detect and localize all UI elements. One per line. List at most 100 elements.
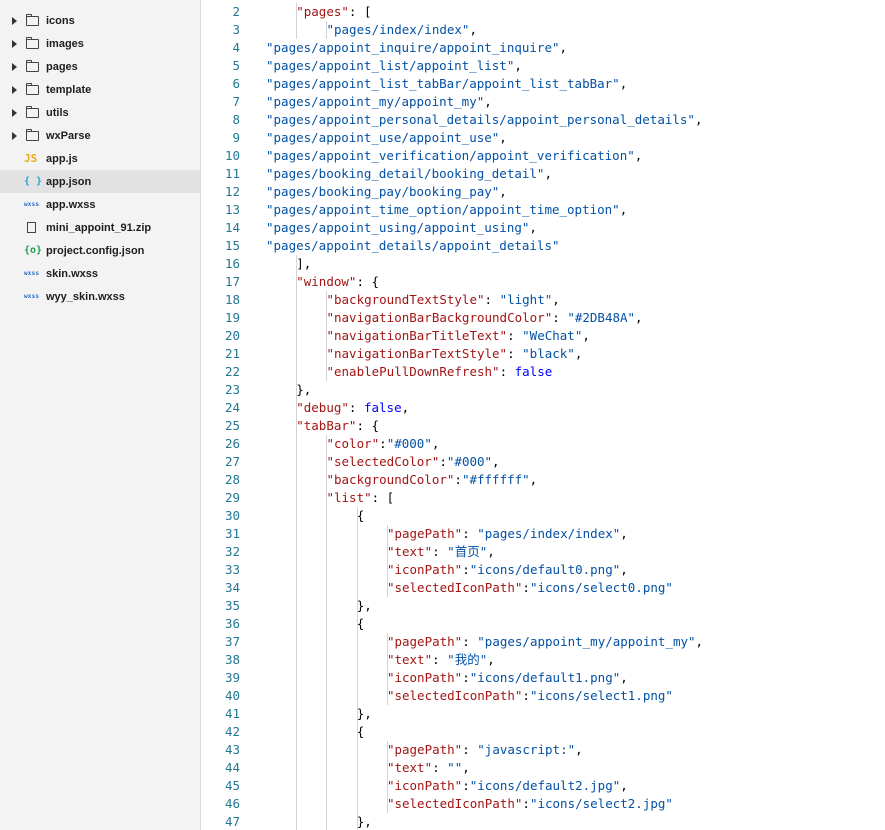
code-line[interactable]: 28 "backgroundColor":"#ffffff", xyxy=(202,471,885,489)
code-token: "pagePath" xyxy=(386,742,463,757)
code-line[interactable]: 23}, xyxy=(202,381,885,399)
indent-guide xyxy=(356,669,358,687)
code-line[interactable]: 31 "pagePath": "pages/index/index", xyxy=(202,525,885,543)
code-line[interactable]: 38 "text": "我的", xyxy=(202,651,885,669)
code-line[interactable]: 32 "text": "首页", xyxy=(202,543,885,561)
code-line[interactable]: 29 "list": [ xyxy=(202,489,885,507)
code-editor[interactable]: 2 "pages": [3 "pages/index/index", 4 "pages/… xyxy=(202,0,885,830)
code-line[interactable]: 25 "tabBar": { xyxy=(202,417,885,435)
chevron-right-icon[interactable] xyxy=(12,85,17,94)
code-line[interactable]: 11 "pages/booking_detail/booking_detail", xyxy=(202,165,885,183)
explorer-item-utils[interactable]: utils xyxy=(0,101,200,124)
code-line[interactable]: 7 "pages/appoint_my/appoint_my", xyxy=(202,93,885,111)
code-line[interactable]: 43 "pagePath": "javascript:", xyxy=(202,741,885,759)
code-token: , xyxy=(620,778,628,793)
code-line[interactable]: 5 "pages/appoint_list/appoint_list", xyxy=(202,57,885,75)
explorer-item-template[interactable]: template xyxy=(0,78,200,101)
code-token: { xyxy=(356,724,365,739)
code-line[interactable]: 33 "iconPath":"icons/default0.png", xyxy=(202,561,885,579)
code-line[interactable]: 36 { xyxy=(202,615,885,633)
indent-guide xyxy=(326,561,328,579)
explorer-item-wyy-skin-wxss[interactable]: wxss wyy_skin.wxss xyxy=(0,285,200,308)
chevron-right-icon[interactable] xyxy=(12,62,17,71)
explorer-item-app-wxss[interactable]: wxss app.wxss xyxy=(0,193,200,216)
code-line[interactable]: 37 "pagePath": "pages/appoint_my/appoint_… xyxy=(202,633,885,651)
code-line[interactable]: 24 "debug": false, xyxy=(202,399,885,417)
indent-guide xyxy=(296,813,298,830)
explorer-item-pages[interactable]: pages xyxy=(0,55,200,78)
code-line[interactable]: 34 "selectedIconPath":"icons/select0.png" xyxy=(202,579,885,597)
explorer-item-skin-wxss[interactable]: wxss skin.wxss xyxy=(0,262,200,285)
code-token: : xyxy=(432,760,448,775)
code-line[interactable]: 13 "pages/appoint_time_option/appoint_tim… xyxy=(202,201,885,219)
code-token: "black" xyxy=(522,346,575,361)
code-line[interactable]: 39 "iconPath":"icons/default1.png", xyxy=(202,669,885,687)
code-token: , xyxy=(634,148,643,163)
code-line[interactable]: 21 "navigationBarTextStyle": "black", xyxy=(202,345,885,363)
explorer-item-project-config-json[interactable]: {o} project.config.json xyxy=(0,239,200,262)
code-token: ], xyxy=(296,256,312,271)
code-line[interactable]: 30 { xyxy=(202,507,885,525)
chevron-right-icon[interactable] xyxy=(12,131,17,140)
code-token: : [ xyxy=(371,490,395,505)
code-token: "pages/index/index" xyxy=(326,22,470,37)
code-line[interactable]: 15 "pages/appoint_details/appoint_details… xyxy=(202,237,885,255)
explorer-item-images[interactable]: images xyxy=(0,32,200,55)
code-line[interactable]: 10 "pages/appoint_verification/appoint_ve… xyxy=(202,147,885,165)
code-text: "pages/appoint_inquire/appoint_inquire", xyxy=(266,39,567,57)
code-token: : xyxy=(462,670,470,685)
explorer-item-app-js[interactable]: JS app.js xyxy=(0,147,200,170)
indent-guide xyxy=(356,651,358,669)
code-line[interactable]: 45 "iconPath":"icons/default2.jpg", xyxy=(202,777,885,795)
explorer-item-mini-appoint-91-zip[interactable]: mini_appoint_91.zip xyxy=(0,216,200,239)
code-line[interactable]: 17 "window": { xyxy=(202,273,885,291)
code-line[interactable]: 20 "navigationBarTitleText": "WeChat", xyxy=(202,327,885,345)
code-line[interactable]: 35}, xyxy=(202,597,885,615)
code-line[interactable]: 12 "pages/booking_pay/booking_pay", xyxy=(202,183,885,201)
code-line[interactable]: 40 "selectedIconPath":"icons/select1.png" xyxy=(202,687,885,705)
line-number: 40 xyxy=(224,688,240,703)
code-line[interactable]: 16], xyxy=(202,255,885,273)
code-line[interactable]: 26 "color":"#000", xyxy=(202,435,885,453)
code-line[interactable]: 9 "pages/appoint_use/appoint_use", xyxy=(202,129,885,147)
code-line[interactable]: 47}, xyxy=(202,813,885,830)
code-line[interactable]: 42 { xyxy=(202,723,885,741)
code-token: "pages" xyxy=(296,4,349,19)
explorer-item-wxparse[interactable]: wxParse xyxy=(0,124,200,147)
indent-guide xyxy=(326,507,328,525)
indent-guide xyxy=(326,525,328,543)
line-number: 21 xyxy=(224,346,240,361)
explorer-item-app-json[interactable]: { } app.json xyxy=(0,170,200,193)
code-line[interactable]: 2 "pages": [ xyxy=(202,3,885,21)
code-token: "pages/index/index" xyxy=(477,526,621,541)
code-token: "" xyxy=(447,760,463,775)
code-token: "icons/default0.png" xyxy=(469,562,621,577)
line-number: 9 xyxy=(232,130,240,145)
code-token: }, xyxy=(356,814,372,829)
code-token: "navigationBarBackgroundColor" xyxy=(326,310,553,325)
code-line[interactable]: 44 "text": "", xyxy=(202,759,885,777)
indent-guide xyxy=(326,705,328,723)
code-line[interactable]: 14 "pages/appoint_using/appoint_using", xyxy=(202,219,885,237)
code-token: : xyxy=(499,364,515,379)
folder-icon xyxy=(26,60,39,72)
code-line[interactable]: 41}, xyxy=(202,705,885,723)
code-line[interactable]: 3 "pages/index/index", xyxy=(202,21,885,39)
chevron-right-icon[interactable] xyxy=(12,108,17,117)
code-line[interactable]: 19 "navigationBarBackgroundColor": "#2DB4… xyxy=(202,309,885,327)
explorer-item-icons[interactable]: icons xyxy=(0,9,200,32)
code-line[interactable]: 46 "selectedIconPath":"icons/select2.jpg" xyxy=(202,795,885,813)
code-line[interactable]: 4 "pages/appoint_inquire/appoint_inquire"… xyxy=(202,39,885,57)
code-line[interactable]: 8 "pages/appoint_personal_details/appoint… xyxy=(202,111,885,129)
code-line[interactable]: 18 "backgroundTextStyle": "light", xyxy=(202,291,885,309)
indent-guide xyxy=(296,597,298,615)
code-line[interactable]: 27 "selectedColor":"#000", xyxy=(202,453,885,471)
chevron-right-icon[interactable] xyxy=(12,39,17,48)
chevron-right-icon[interactable] xyxy=(12,16,17,25)
code-line[interactable]: 6 "pages/appoint_list_tabBar/appoint_list… xyxy=(202,75,885,93)
code-token: : xyxy=(484,292,500,307)
code-line[interactable]: 22 "enablePullDownRefresh": false xyxy=(202,363,885,381)
code-text: }, xyxy=(296,381,311,399)
code-token: "light" xyxy=(499,292,553,307)
line-number: 19 xyxy=(224,310,240,325)
